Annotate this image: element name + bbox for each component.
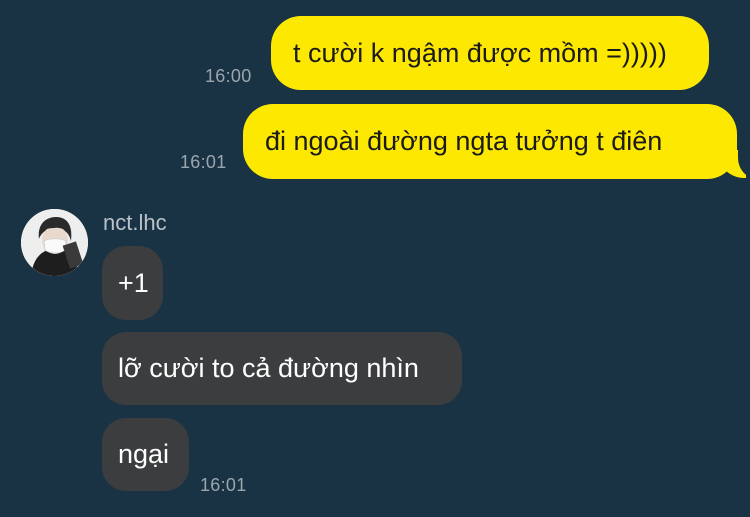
message-text: t cười k ngậm được mồm =))))) bbox=[293, 37, 667, 68]
incoming-message-bubble[interactable]: ngại bbox=[102, 418, 189, 491]
message-text: đi ngoài đường ngta tưởng t điên bbox=[265, 126, 663, 156]
chat-area: 16:00 t cười k ngậm được mồm =))))) 16:0… bbox=[0, 0, 750, 517]
avatar[interactable] bbox=[21, 209, 88, 276]
message-time: 16:01 bbox=[180, 152, 227, 172]
message-time: 16:00 bbox=[205, 66, 252, 86]
incoming-message-bubble[interactable]: +1 bbox=[102, 246, 163, 320]
message-text: lỡ cười to cả đường nhìn bbox=[118, 353, 419, 383]
person-with-mask-avatar-icon bbox=[21, 209, 88, 276]
outgoing-message-bubble[interactable]: đi ngoài đường ngta tưởng t điên bbox=[243, 104, 737, 179]
sender-name: nct.lhc bbox=[103, 210, 167, 235]
outgoing-message-bubble[interactable]: t cười k ngậm được mồm =))))) bbox=[271, 16, 709, 90]
message-text: ngại bbox=[118, 439, 170, 469]
message-time: 16:01 bbox=[200, 475, 247, 495]
incoming-message-bubble[interactable]: lỡ cười to cả đường nhìn bbox=[102, 332, 462, 405]
message-text: +1 bbox=[118, 267, 149, 298]
